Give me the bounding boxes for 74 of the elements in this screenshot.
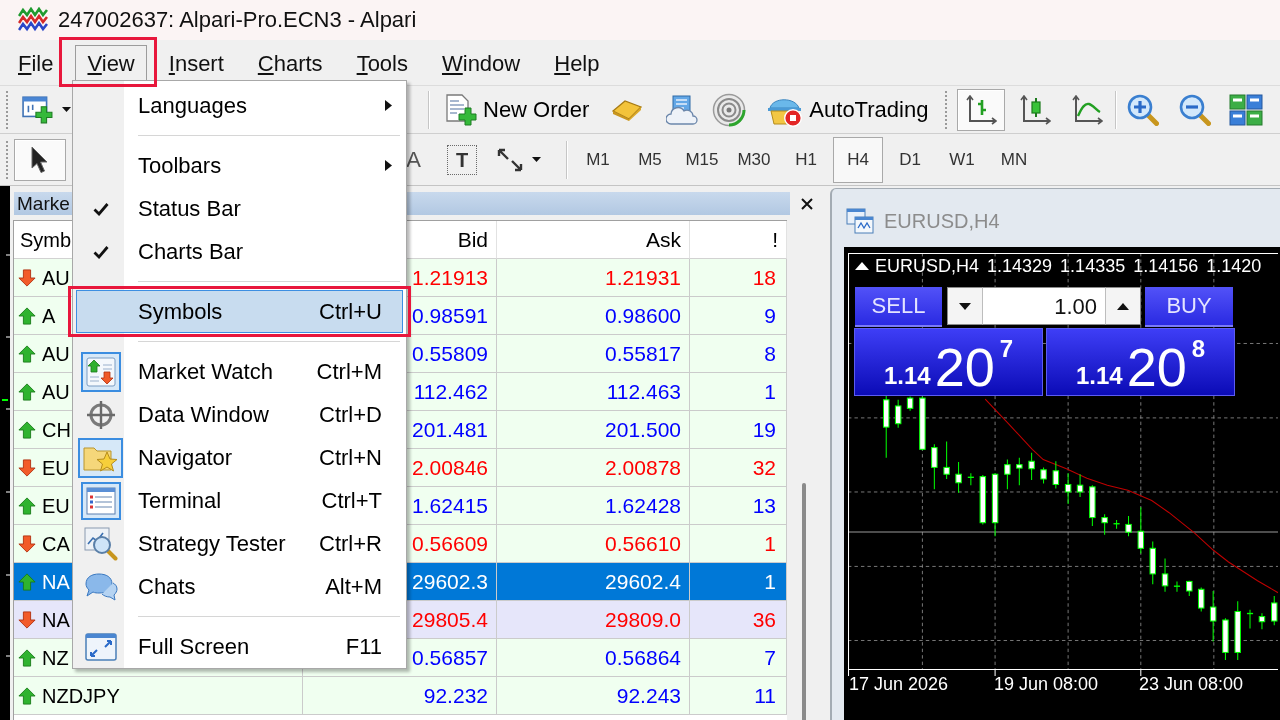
spread-value: 1 (764, 381, 776, 402)
spread-value: 19 (752, 419, 776, 440)
ask-price: 92.243 (616, 685, 681, 706)
bid-price: 1.21913 (412, 267, 488, 288)
bid-price: 0.56609 (412, 533, 488, 554)
spread-value: 7 (764, 647, 776, 668)
ask-price: 0.56610 (605, 533, 681, 554)
symbol-name: EU (42, 457, 70, 478)
ask-price: 0.98600 (605, 305, 681, 326)
ask-price: 1.21931 (605, 267, 681, 288)
menu-label: Charts Bar (137, 240, 244, 263)
bid-price: 0.98591 (412, 305, 488, 326)
spread-value: 18 (752, 267, 776, 288)
menu-label: Symbols (137, 300, 223, 323)
bid-price: 29602.3 (412, 571, 488, 592)
shortcut-text: Ctrl+T (321, 489, 383, 512)
spread-value: 36 (752, 609, 776, 630)
symbol-name: EU (42, 495, 70, 516)
menu-label: Chats (137, 575, 196, 598)
spread-value: 13 (752, 495, 776, 516)
shortcut-text: Ctrl+U (319, 300, 383, 323)
symbol-name: NZDJPY (42, 685, 120, 706)
ask-price: 29809.0 (605, 609, 681, 630)
bid-price: 112.462 (413, 381, 488, 402)
shortcut-text: Ctrl+N (319, 446, 383, 469)
spread-value: 1 (764, 571, 776, 592)
bid-price: 2.00846 (412, 457, 488, 478)
time-axis-label: 17 Jun 2026 (849, 675, 949, 693)
symbol-name: CH (42, 419, 71, 440)
ask-price: 112.463 (606, 381, 681, 402)
panel-title: Marke (17, 194, 70, 213)
symbol-name: AU (42, 343, 70, 364)
spread-value: 11 (754, 685, 776, 706)
menu-label: Full Screen (137, 635, 250, 658)
time-axis-label: 23 Jun 08:00 (1139, 675, 1244, 693)
menu-label: Terminal (137, 489, 222, 512)
shortcut-text: Alt+M (325, 575, 383, 598)
symbol-name: AU (42, 267, 70, 288)
spread-value: 9 (764, 305, 776, 326)
chart-window-title: EURUSD,H4 (884, 211, 1000, 231)
symbol-name: AU (42, 381, 70, 402)
ask-price: 201.500 (605, 419, 681, 440)
spread-value: 32 (752, 457, 776, 478)
symbol-name: NZ (42, 647, 69, 668)
shortcut-text: F11 (345, 635, 383, 658)
ask-price: 2.00878 (605, 457, 681, 478)
spread-value: 1 (764, 533, 776, 554)
menu-label: Navigator (137, 446, 233, 469)
shortcut-text: Ctrl+R (319, 532, 383, 555)
bid-price: 201.481 (412, 419, 488, 440)
symbol-name: NA (42, 609, 70, 630)
window-title: 247002637: Alpari-Pro.ECN3 - Alpari (58, 9, 417, 31)
spread-value: 8 (764, 343, 776, 364)
menu-label: Data Window (137, 403, 269, 426)
shortcut-text: Ctrl+M (316, 360, 383, 383)
menu-label: Status Bar (137, 197, 241, 220)
menu-label: Strategy Tester (137, 532, 286, 555)
menu-label: Languages (137, 94, 247, 117)
bid-price: 0.55809 (412, 343, 488, 364)
symbol-name: A (42, 305, 56, 326)
time-axis-label: 19 Jun 08:00 (994, 675, 1099, 693)
ask-price: 0.56864 (605, 647, 681, 668)
ask-price: 29602.4 (605, 571, 681, 592)
bid-price: 29805.4 (412, 609, 488, 630)
bid-price: 0.56857 (412, 647, 488, 668)
bid-price: 1.62415 (412, 495, 488, 516)
ask-price: 1.62428 (605, 495, 681, 516)
menu-label: Market Watch (137, 360, 273, 383)
shortcut-text: Ctrl+D (319, 403, 383, 426)
symbol-name: NA (42, 571, 70, 592)
bid-price: 92.232 (423, 685, 488, 706)
menu-label: Toolbars (137, 154, 222, 177)
ask-price: 0.55817 (605, 343, 681, 364)
symbol-name: CA (42, 533, 70, 554)
